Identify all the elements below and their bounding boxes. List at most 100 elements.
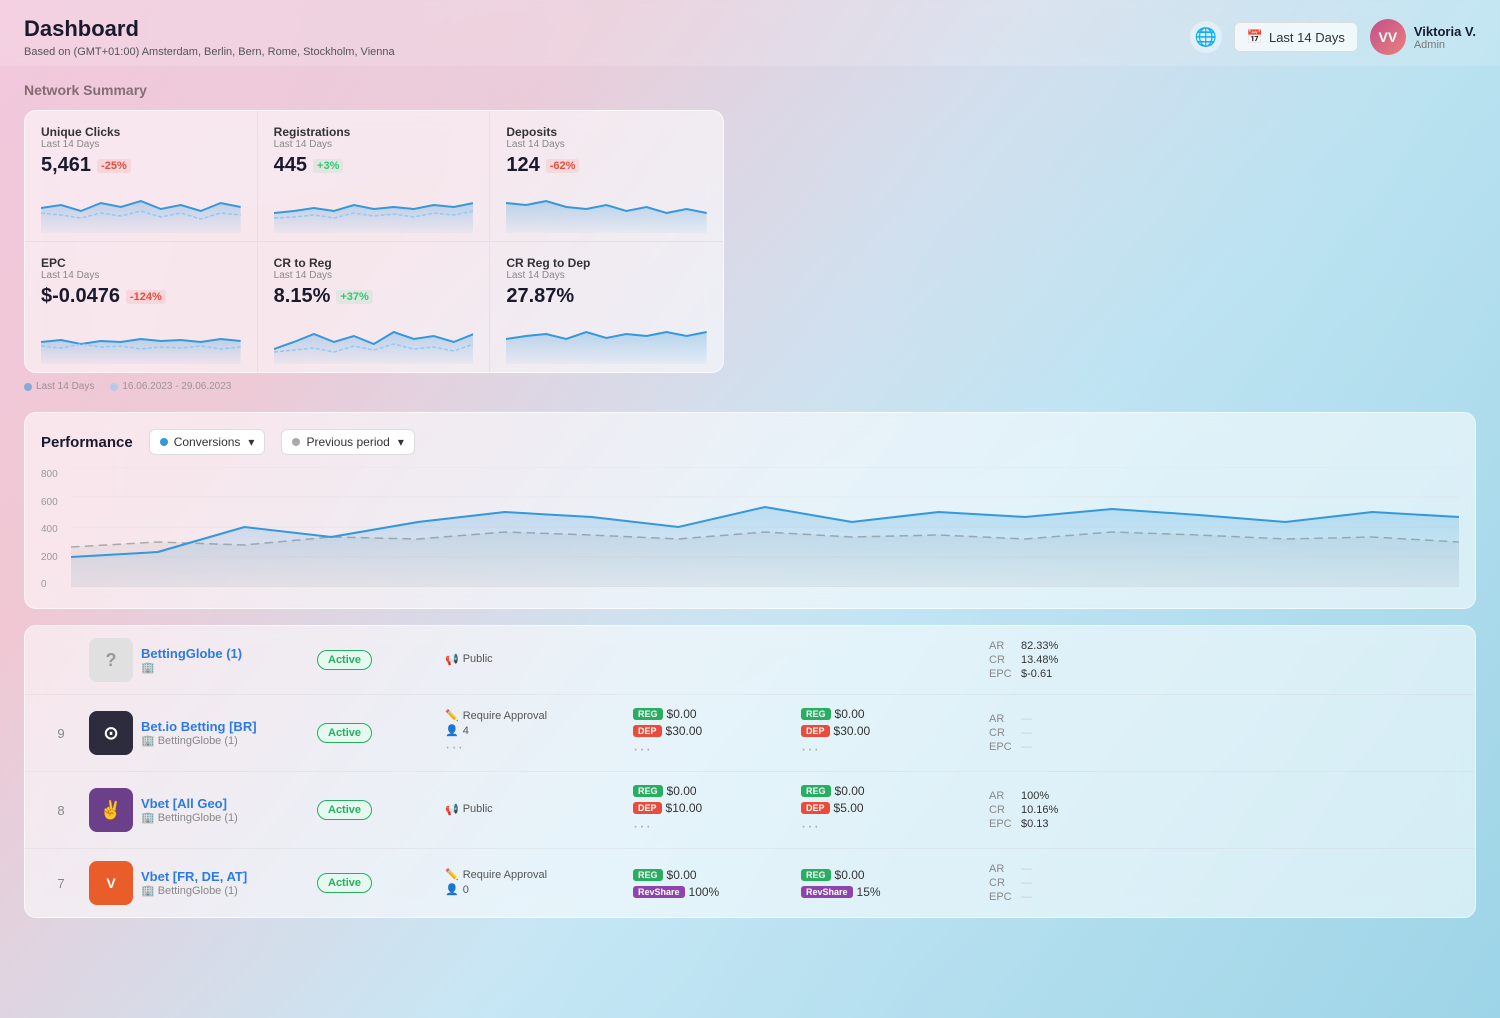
epc-label-partial: EPC bbox=[989, 668, 1017, 680]
offers-table: ? BettingGlobe (1) 🏢 Active 📢 Public bbox=[24, 625, 1476, 918]
person-icon-7: 👤 bbox=[445, 883, 459, 896]
epc-label-7: EPC bbox=[989, 891, 1017, 903]
globe-icon[interactable]: 🌐 bbox=[1190, 21, 1222, 53]
offer-details-partial: BettingGlobe (1) 🏢 bbox=[141, 646, 242, 674]
offer-name-partial[interactable]: BettingGlobe (1) bbox=[141, 646, 242, 661]
registrations-value: 445 bbox=[274, 154, 307, 177]
offer-status-7: Active bbox=[317, 873, 437, 893]
approval-count-9: 👤 4 bbox=[445, 724, 625, 737]
cr-row-9: CR — bbox=[989, 727, 1109, 739]
offer-name-7[interactable]: Vbet [FR, DE, AT] bbox=[141, 869, 247, 884]
y-label-600: 600 bbox=[41, 497, 58, 508]
registrations-period: Last 14 Days bbox=[274, 139, 474, 150]
date-filter-button[interactable]: 📅 Last 14 Days bbox=[1234, 22, 1358, 52]
reg-badge-8: REG bbox=[633, 785, 663, 797]
offer-num-8: 8 bbox=[41, 803, 81, 818]
metric-unique-clicks: Unique Clicks Last 14 Days 5,461 -25% bbox=[25, 111, 258, 242]
conversions-filter[interactable]: Conversions ▾ bbox=[149, 429, 266, 455]
cr-row-7: CR — bbox=[989, 877, 1109, 889]
approval-label-8: Public bbox=[463, 803, 493, 815]
cr-dep-chart bbox=[506, 314, 707, 364]
epc-row-7: EPC — bbox=[989, 891, 1109, 903]
deposits-value: 124 bbox=[506, 154, 539, 177]
user-info[interactable]: VV Viktoria V. Admin bbox=[1370, 19, 1476, 55]
deposits-period: Last 14 Days bbox=[506, 139, 707, 150]
previous-period-filter[interactable]: Previous period ▾ bbox=[281, 429, 414, 455]
offer-name-8[interactable]: Vbet [All Geo] bbox=[141, 796, 238, 811]
offer-info-8: ✌ Vbet [All Geo] 🏢 BettingGlobe (1) bbox=[89, 788, 309, 832]
unique-clicks-change: -25% bbox=[97, 159, 131, 173]
registrations-chart bbox=[274, 183, 474, 233]
offer-num-7: 7 bbox=[41, 876, 81, 891]
epc-value-8: $0.13 bbox=[1021, 818, 1049, 830]
offer-stats-8: AR 100% CR 10.16% EPC $0.13 bbox=[989, 790, 1109, 830]
table-row: 9 ⊙ Bet.io Betting [BR] 🏢 BettingGlobe (… bbox=[25, 695, 1475, 772]
approval-label-9: Require Approval bbox=[463, 710, 547, 722]
header-left: Dashboard Based on (GMT+01:00) Amsterdam… bbox=[24, 16, 395, 58]
chevron-down-icon-2: ▾ bbox=[398, 435, 404, 449]
epc-value-row: $-0.0476 -124% bbox=[41, 285, 241, 308]
cr-label-9: CR bbox=[989, 727, 1017, 739]
comm-ref-dep-9: DEP $30.00 bbox=[801, 724, 981, 738]
epc-label: EPC bbox=[41, 256, 241, 270]
cr-label-8: CR bbox=[989, 804, 1017, 816]
cr-reg-label: CR to Reg bbox=[274, 256, 474, 270]
status-badge-8: Active bbox=[317, 800, 372, 820]
comm-ref-reg-8: REG $0.00 bbox=[801, 784, 981, 798]
metric-registrations: Registrations Last 14 Days 445 +3% bbox=[258, 111, 491, 242]
epc-value-7: — bbox=[1021, 891, 1032, 903]
cr-row-partial: CR 13.48% bbox=[989, 654, 1109, 666]
offer-status-partial: Active bbox=[317, 650, 437, 670]
chevron-down-icon: ▾ bbox=[248, 435, 254, 449]
ar-value-9: — bbox=[1021, 713, 1032, 725]
offer-comm-ref-8: REG $0.00 DEP $5.00 ··· bbox=[801, 784, 981, 836]
approval-label-7: Require Approval bbox=[463, 869, 547, 881]
offer-name-9[interactable]: Bet.io Betting [BR] bbox=[141, 719, 257, 734]
cr-reg-value: 8.15% bbox=[274, 285, 331, 308]
cr-reg-period: Last 14 Days bbox=[274, 270, 474, 281]
avatar: VV bbox=[1370, 19, 1406, 55]
cr-reg-value-row: 8.15% +37% bbox=[274, 285, 474, 308]
offer-details-7: Vbet [FR, DE, AT] 🏢 BettingGlobe (1) bbox=[141, 869, 247, 897]
more-my-8: ··· bbox=[633, 818, 793, 836]
person-icon-9: 👤 bbox=[445, 724, 459, 737]
y-label-400: 400 bbox=[41, 524, 58, 535]
y-label-200: 200 bbox=[41, 552, 58, 563]
ar-value-7: — bbox=[1021, 863, 1032, 875]
cr-dep-value-row: 27.87% bbox=[506, 285, 707, 308]
cr-dep-period: Last 14 Days bbox=[506, 270, 707, 281]
comm-my-revshare-7: RevShare 100% bbox=[633, 885, 793, 899]
y-label-800: 800 bbox=[41, 469, 58, 480]
cr-dep-value: 27.87% bbox=[506, 285, 574, 308]
megaphone-icon-8: 📢 bbox=[445, 803, 459, 816]
more-ref-9: ··· bbox=[801, 741, 981, 759]
ref-revshare-badge-7: RevShare bbox=[801, 886, 853, 898]
offer-status-8: Active bbox=[317, 800, 437, 820]
offer-approval-8: 📢 Public bbox=[445, 803, 625, 818]
table-row: 7 V Vbet [FR, DE, AT] 🏢 BettingGlobe (1)… bbox=[25, 849, 1475, 917]
status-badge-7: Active bbox=[317, 873, 372, 893]
offer-info-partial: ? BettingGlobe (1) 🏢 bbox=[89, 638, 309, 682]
y-label-0: 0 bbox=[41, 579, 58, 590]
comm-ref-reg-9: REG $0.00 bbox=[801, 707, 981, 721]
offer-details-9: Bet.io Betting [BR] 🏢 BettingGlobe (1) bbox=[141, 719, 257, 747]
epc-change: -124% bbox=[126, 290, 166, 304]
deposits-value-row: 124 -62% bbox=[506, 154, 707, 177]
building-icon-7: 🏢 bbox=[141, 884, 155, 897]
approval-count-7: 👤 0 bbox=[445, 883, 625, 896]
offer-status-9: Active bbox=[317, 723, 437, 743]
offer-info-9: ⊙ Bet.io Betting [BR] 🏢 BettingGlobe (1) bbox=[89, 711, 309, 755]
unique-clicks-chart bbox=[41, 183, 241, 233]
approval-label-partial: Public bbox=[463, 653, 493, 665]
performance-chart-area bbox=[71, 467, 1459, 592]
cr-dep-label: CR Reg to Dep bbox=[506, 256, 707, 270]
ar-row-8: AR 100% bbox=[989, 790, 1109, 802]
user-role: Admin bbox=[1414, 39, 1476, 51]
ref-dep-badge-8: DEP bbox=[801, 802, 830, 814]
cr-reg-change: +37% bbox=[336, 290, 372, 304]
metric-cr-reg: CR to Reg Last 14 Days 8.15% +37% bbox=[258, 242, 491, 372]
registrations-label: Registrations bbox=[274, 125, 474, 139]
unique-clicks-period: Last 14 Days bbox=[41, 139, 241, 150]
dep-badge-8: DEP bbox=[633, 802, 662, 814]
user-name: Viktoria V. bbox=[1414, 24, 1476, 39]
